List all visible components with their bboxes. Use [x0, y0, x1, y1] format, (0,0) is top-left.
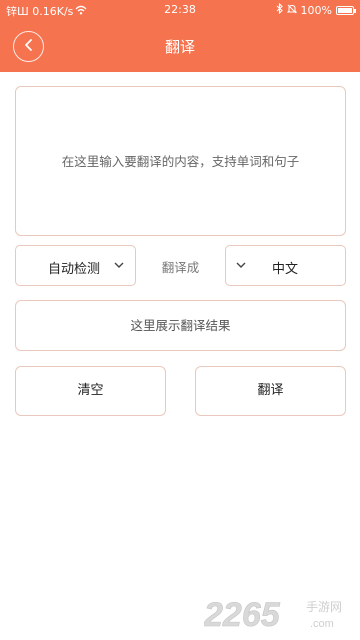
watermark-text: 手游网 — [306, 600, 342, 614]
watermark-suffix: .com — [310, 618, 334, 630]
target-language-label: 中文 — [272, 262, 299, 277]
chevron-down-icon — [113, 259, 125, 275]
source-language-label: 自动检测 — [48, 262, 101, 277]
translate-to-label: 翻译成 — [161, 260, 200, 275]
battery-icon — [336, 5, 356, 15]
chevron-down-icon — [235, 259, 247, 275]
result-box: 这里展示翻译结果 — [15, 300, 346, 351]
bluetooth-icon — [276, 2, 283, 17]
status-right: 100% — [276, 2, 356, 17]
clear-button-label: 清空 — [77, 383, 104, 398]
battery-level-fill — [338, 7, 352, 13]
source-text-input[interactable] — [16, 87, 345, 235]
source-text-box[interactable] — [15, 86, 346, 236]
page-title: 翻译 — [164, 38, 195, 56]
header: 翻译 — [0, 20, 360, 72]
translate-button[interactable]: 翻译 — [195, 366, 346, 416]
source-language-select[interactable]: 自动检测 — [15, 245, 136, 286]
watermark-number: 2265 — [204, 596, 281, 632]
result-placeholder: 这里展示翻译结果 — [130, 318, 231, 333]
target-language-select[interactable]: 中文 — [225, 245, 346, 286]
watermark-logo: 2265 手游网 .com — [204, 596, 342, 632]
translate-button-label: 翻译 — [257, 383, 284, 398]
mute-icon — [286, 4, 297, 17]
status-bar: 锌Ш 0.16K/s 22:38 100% — [0, 0, 360, 20]
clear-button[interactable]: 清空 — [15, 366, 166, 416]
battery-percent: 100% — [300, 3, 332, 17]
